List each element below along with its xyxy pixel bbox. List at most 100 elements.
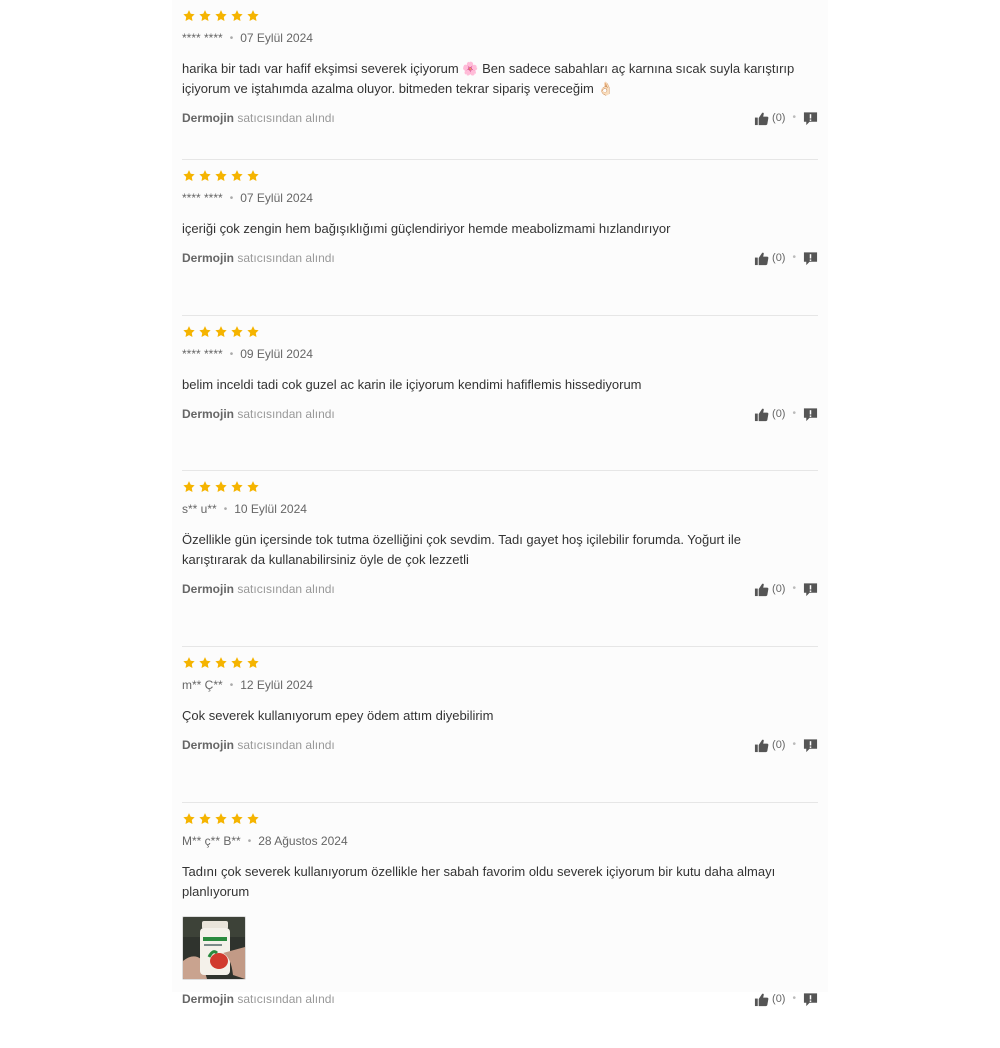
like-count: (0) <box>772 408 786 420</box>
like-count: (0) <box>772 583 786 595</box>
report-icon[interactable] <box>803 407 818 422</box>
review-card: M** ç** B** • 28 Ağustos 2024 Tadını çok s… <box>182 812 818 1048</box>
report-icon[interactable] <box>803 251 818 266</box>
seller-suffix: satıcısından alındı <box>237 251 335 265</box>
star-icon <box>182 325 196 339</box>
review-actions: (0) • <box>754 109 818 127</box>
star-icon <box>246 169 260 183</box>
review-actions: (0) • <box>754 580 818 598</box>
review-author: **** **** <box>182 347 223 361</box>
star-rating <box>182 325 818 340</box>
report-icon[interactable] <box>803 582 818 597</box>
action-separator: • <box>792 583 796 594</box>
star-rating <box>182 9 818 24</box>
review-meta: **** **** • 07 Eylül 2024 <box>182 190 818 206</box>
meta-separator: • <box>229 33 234 44</box>
seller-name[interactable]: Dermojin <box>182 407 234 421</box>
star-rating <box>182 656 818 671</box>
review-text: Çok severek kullanıyorum epey ödem attım… <box>182 708 494 723</box>
like-count: (0) <box>772 739 786 751</box>
star-icon <box>182 812 196 826</box>
star-icon <box>214 325 228 339</box>
review-meta: **** **** • 07 Eylül 2024 <box>182 30 818 46</box>
review-meta: s** u** • 10 Eylül 2024 <box>182 501 818 517</box>
seller-suffix: satıcısından alındı <box>237 992 335 1006</box>
review-actions: (0) • <box>754 990 818 1008</box>
star-icon <box>198 325 212 339</box>
thumbs-up-icon[interactable] <box>754 582 769 597</box>
review-meta: m** Ç** • 12 Eylül 2024 <box>182 677 818 693</box>
review-meta: M** ç** B** • 28 Ağustos 2024 <box>182 833 818 849</box>
meta-separator: • <box>223 504 228 515</box>
review-actions: (0) • <box>754 736 818 754</box>
star-icon <box>246 812 260 826</box>
seller-name[interactable]: Dermojin <box>182 582 234 596</box>
review-card: m** Ç** • 12 Eylül 2024 Çok severek kullan… <box>182 656 818 803</box>
star-icon <box>246 656 260 670</box>
review-text: Özellikle gün içersinde tok tutma özelli… <box>182 532 742 567</box>
star-icon <box>214 656 228 670</box>
review-author: M** ç** B** <box>182 834 241 848</box>
star-icon <box>230 169 244 183</box>
review-footer: Dermojin satıcısından alındı (0) • <box>182 990 818 1008</box>
meta-separator: • <box>229 680 234 691</box>
thumbs-up-icon[interactable] <box>754 992 769 1007</box>
star-rating <box>182 169 818 184</box>
action-separator: • <box>792 252 796 263</box>
action-separator: • <box>792 993 796 1004</box>
seller-suffix: satıcısından alındı <box>237 111 335 125</box>
review-text: içeriği çok zengin hem bağışıklığımi güç… <box>182 221 671 236</box>
thumbs-up-icon[interactable] <box>754 111 769 126</box>
review-footer: Dermojin satıcısından alındı (0) • <box>182 249 818 267</box>
review-author: **** **** <box>182 31 223 45</box>
review-date: 09 Eylül 2024 <box>240 347 313 361</box>
report-icon[interactable] <box>803 738 818 753</box>
meta-separator: • <box>229 349 234 360</box>
meta-separator: • <box>229 193 234 204</box>
star-icon <box>182 9 196 23</box>
review-actions: (0) • <box>754 405 818 423</box>
review-text: harika bir tadı var hafif ekşimsi severe… <box>182 61 795 96</box>
seller-suffix: satıcısından alındı <box>237 407 335 421</box>
like-count: (0) <box>772 252 786 264</box>
star-icon <box>182 656 196 670</box>
seller-name[interactable]: Dermojin <box>182 992 234 1006</box>
review-author: m** Ç** <box>182 678 223 692</box>
star-icon <box>214 812 228 826</box>
like-count: (0) <box>772 993 786 1005</box>
review-list: **** **** • 07 Eylül 2024 harika bir tadı … <box>182 0 818 1048</box>
review-date: 12 Eylül 2024 <box>240 678 313 692</box>
star-icon <box>198 480 212 494</box>
star-icon <box>198 812 212 826</box>
seller-name[interactable]: Dermojin <box>182 111 234 125</box>
star-icon <box>198 656 212 670</box>
star-icon <box>198 169 212 183</box>
star-icon <box>230 480 244 494</box>
star-rating <box>182 812 818 827</box>
star-icon <box>246 325 260 339</box>
review-date: 07 Eylül 2024 <box>240 31 313 45</box>
star-icon <box>214 169 228 183</box>
review-author: **** **** <box>182 191 223 205</box>
seller-name[interactable]: Dermojin <box>182 251 234 265</box>
seller-name[interactable]: Dermojin <box>182 738 234 752</box>
review-meta: **** **** • 09 Eylül 2024 <box>182 346 818 362</box>
review-author: s** u** <box>182 502 217 516</box>
review-date: 10 Eylül 2024 <box>234 502 307 516</box>
thumbs-up-icon[interactable] <box>754 407 769 422</box>
report-icon[interactable] <box>803 992 818 1007</box>
thumbs-up-icon[interactable] <box>754 738 769 753</box>
star-icon <box>246 9 260 23</box>
meta-separator: • <box>247 836 252 847</box>
like-count: (0) <box>772 112 786 124</box>
review-date: 07 Eylül 2024 <box>240 191 313 205</box>
report-icon[interactable] <box>803 111 818 126</box>
thumbs-up-icon[interactable] <box>754 251 769 266</box>
star-icon <box>246 480 260 494</box>
review-card: **** **** • 07 Eylül 2024 içeriği çok zeng… <box>182 169 818 316</box>
star-icon <box>230 656 244 670</box>
seller-suffix: satıcısından alındı <box>237 738 335 752</box>
star-icon <box>214 480 228 494</box>
review-photo[interactable] <box>182 916 246 980</box>
star-icon <box>230 9 244 23</box>
